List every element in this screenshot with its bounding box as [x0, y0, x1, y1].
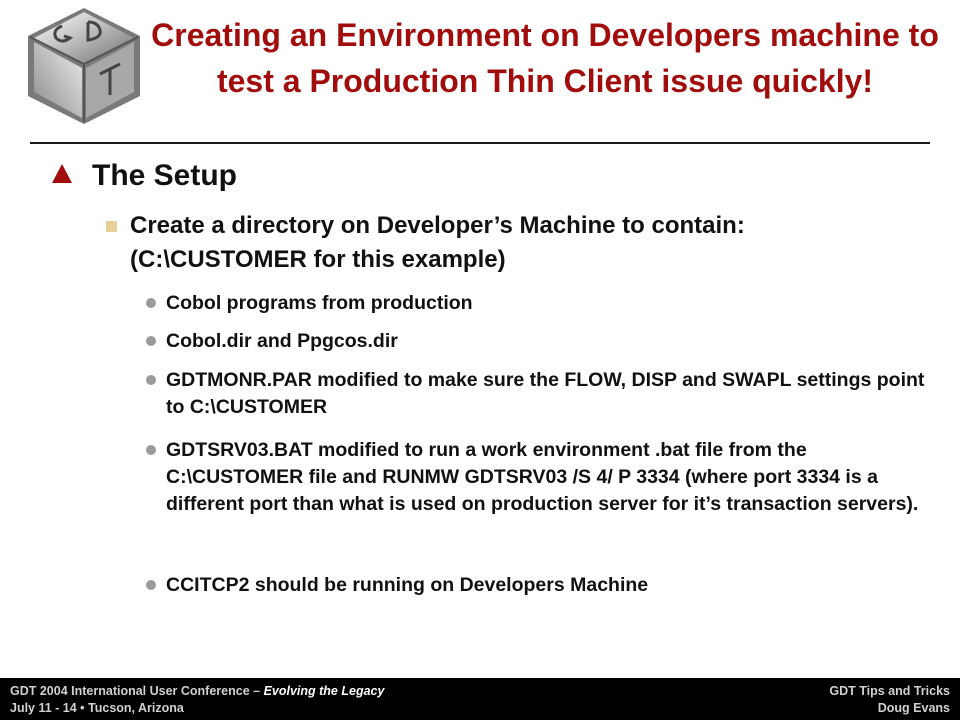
heading-text: The Setup	[92, 159, 238, 192]
list-item: Cobol programs from production	[146, 290, 946, 317]
subheading-create-directory: Create a directory on Developer’s Machin…	[106, 209, 950, 277]
gdt-cube-logo-icon	[28, 8, 140, 124]
triangle-bullet-icon	[52, 164, 72, 183]
subheading-line1: Create a directory on Developer’s Machin…	[130, 212, 745, 239]
list-item-text: CCITCP2 should be running on Developers …	[166, 574, 649, 596]
footer-right: GDT Tips and Tricks Doug Evans	[829, 683, 950, 717]
footer-session-title: GDT Tips and Tricks	[829, 684, 950, 698]
footer-bar: GDT 2004 International User Conference –…	[0, 678, 960, 720]
subheading-line2: (C:\CUSTOMER for this example)	[130, 246, 506, 273]
list-item: GDTMONR.PAR modified to make sure the FL…	[146, 367, 946, 421]
list-item-text: Cobol programs from production	[166, 292, 473, 314]
footer-conference: GDT 2004 International User Conference –…	[10, 684, 385, 698]
list-item-text: Cobol.dir and Ppgcos.dir	[166, 330, 398, 352]
round-bullet-icon	[146, 298, 156, 308]
list-item: Cobol.dir and Ppgcos.dir	[146, 328, 946, 355]
footer-presenter: Doug Evans	[877, 701, 950, 715]
round-bullet-icon	[146, 375, 156, 385]
list-item-text: GDTSRV03.BAT modified to run a work envi…	[166, 439, 919, 515]
slide-title: Creating an Environment on Developers ma…	[151, 17, 939, 99]
heading-the-setup: The Setup	[52, 158, 237, 194]
list-item: CCITCP2 should be running on Developers …	[146, 572, 946, 599]
title-divider	[30, 142, 930, 144]
list-item-text: GDTMONR.PAR modified to make sure the FL…	[166, 369, 925, 418]
round-bullet-icon	[146, 336, 156, 346]
round-bullet-icon	[146, 580, 156, 590]
footer-tagline: Evolving the Legacy	[263, 684, 385, 698]
round-bullet-icon	[146, 445, 156, 455]
footer-left: GDT 2004 International User Conference –…	[10, 683, 384, 717]
list-item: GDTSRV03.BAT modified to run a work envi…	[146, 437, 946, 518]
square-bullet-icon	[106, 221, 117, 232]
footer-dates-location: July 11 - 14 • Tucson, Arizona	[10, 701, 184, 715]
